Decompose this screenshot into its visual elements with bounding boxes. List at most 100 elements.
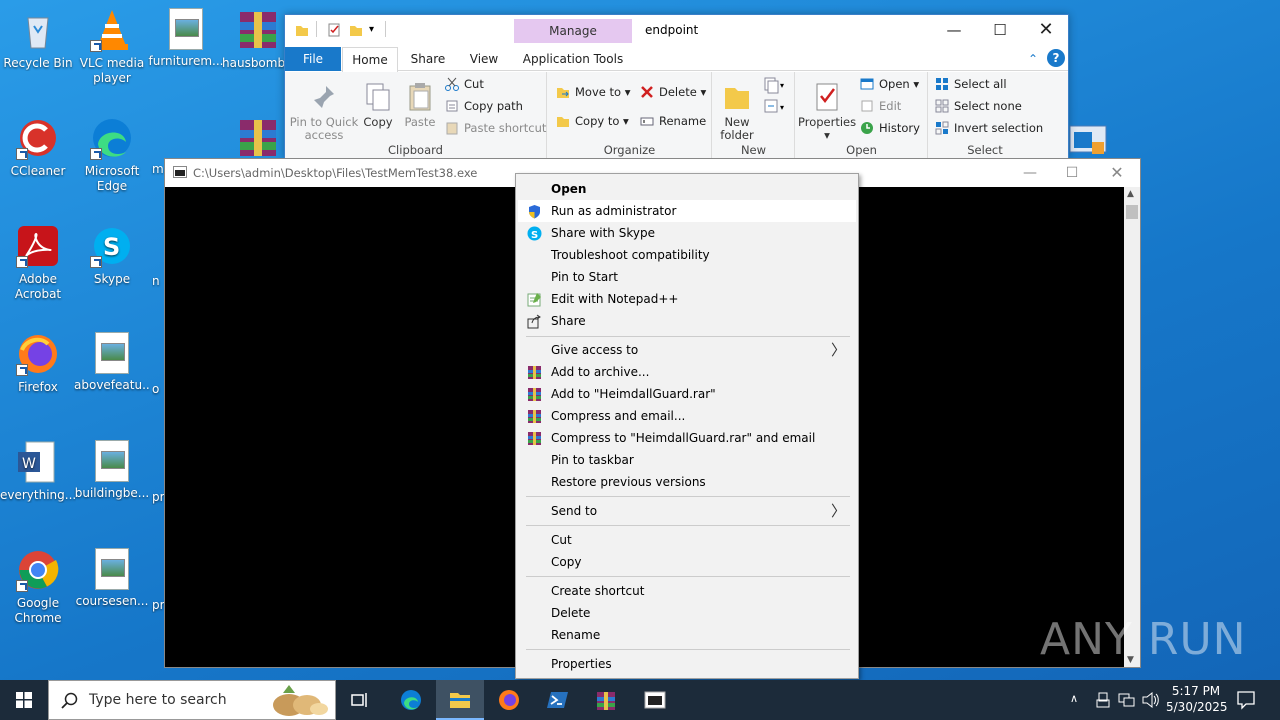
taskbar-file-explorer[interactable] <box>436 680 484 720</box>
maximize-button[interactable]: ☐ <box>977 15 1023 45</box>
scroll-thumb[interactable] <box>1126 205 1138 219</box>
close-button[interactable]: ✕ <box>1023 15 1069 45</box>
menu-item-delete[interactable]: Delete <box>518 602 856 624</box>
pin-quick-access-button[interactable]: Pin to Quick access <box>289 78 359 142</box>
scroll-up-icon[interactable]: ▲ <box>1127 189 1134 199</box>
menu-item-rename[interactable]: Rename <box>518 624 856 646</box>
copy-path-button[interactable]: Copy path <box>445 96 523 116</box>
easy-access-icon[interactable]: ▾ <box>763 98 787 116</box>
desktop-icon-vlc[interactable]: VLC media player <box>74 8 150 86</box>
close-button[interactable]: ✕ <box>1097 161 1137 185</box>
volume-icon[interactable] <box>1142 691 1160 709</box>
usb-device-icon[interactable] <box>1096 692 1110 708</box>
desktop-icon-ccleaner[interactable]: CCleaner <box>0 116 76 179</box>
desktop-icon-coursesen[interactable]: coursesen... <box>74 548 150 609</box>
chevron-up-icon[interactable]: ⌃ <box>1023 49 1043 69</box>
copy-to-label: Copy to <box>575 114 620 128</box>
menu-item-share-with-skype[interactable]: S Share with Skype <box>518 222 856 244</box>
menu-item-share[interactable]: Share <box>518 310 856 332</box>
edit-button[interactable]: Edit <box>860 96 901 116</box>
paste-button[interactable]: Paste <box>401 78 439 129</box>
desktop-icon-furniturem[interactable]: furniturem... <box>148 8 224 69</box>
taskbar-firefox[interactable] <box>485 680 533 720</box>
tab-manage[interactable]: Manage <box>514 19 632 43</box>
menu-item-send-to[interactable]: Send to 〉 <box>518 500 856 522</box>
move-to-icon <box>556 85 570 99</box>
properties-button[interactable]: Properties ▾ <box>798 78 856 142</box>
tab-view[interactable]: View <box>456 47 512 71</box>
desktop-icon-skype[interactable]: S Skype <box>74 224 150 287</box>
new-folder-button[interactable]: New folder <box>717 78 757 142</box>
menu-separator <box>526 336 850 337</box>
tab-file[interactable]: File <box>285 47 341 71</box>
move-to-button[interactable]: Move to ▾ <box>556 82 630 102</box>
task-view-button[interactable] <box>336 680 384 720</box>
new-item-icon[interactable]: ▾ <box>763 76 787 94</box>
desktop-icon-word-doc[interactable]: W everything... <box>0 440 76 503</box>
menu-item-edit-with-notepadpp[interactable]: Edit with Notepad++ <box>518 288 856 310</box>
desktop-icon-hausbomb[interactable]: hausbomb <box>222 8 284 71</box>
cut-button[interactable]: Cut <box>445 74 484 94</box>
rename-button[interactable]: Rename <box>640 111 706 131</box>
shortcut-arrow-icon <box>90 256 102 268</box>
minimize-button[interactable]: — <box>1010 161 1050 185</box>
open-button[interactable]: Open ▾ <box>860 74 919 94</box>
paste-shortcut-button[interactable]: Paste shortcut <box>445 118 546 138</box>
menu-item-open[interactable]: Open <box>518 178 856 200</box>
menu-item-give-access-to[interactable]: Give access to 〉 <box>518 339 856 361</box>
anyrun-watermark: ANY RUN <box>1040 614 1247 665</box>
start-button[interactable] <box>0 680 48 720</box>
chevron-up-icon[interactable]: ∧ <box>1070 692 1078 705</box>
taskbar-console-app[interactable] <box>631 680 679 720</box>
properties-qat-icon[interactable] <box>327 23 341 37</box>
desktop-icon-google-chrome[interactable]: Google Chrome <box>0 548 76 626</box>
desktop-icon-microsoft-edge[interactable]: Microsoft Edge <box>74 116 150 194</box>
copy-button[interactable]: Copy <box>359 78 397 129</box>
desktop-icon-adobe-acrobat[interactable]: Adobe Acrobat <box>0 224 76 302</box>
taskbar-winrar[interactable] <box>582 680 630 720</box>
system-clock[interactable]: 5:17 PM 5/30/2025 <box>1166 683 1228 715</box>
notifications-icon[interactable] <box>1236 690 1256 710</box>
menu-item-create-shortcut[interactable]: Create shortcut <box>518 580 856 602</box>
menu-item-pin-to-taskbar[interactable]: Pin to taskbar <box>518 449 856 471</box>
tab-share[interactable]: Share <box>400 47 456 71</box>
taskbar-powershell[interactable] <box>534 680 582 720</box>
desktop-icon-label: buildingbe... <box>74 486 150 500</box>
select-none-button[interactable]: Select none <box>935 96 1022 116</box>
winrar-icon <box>527 387 542 402</box>
desktop-icon-abovefeatu[interactable]: abovefeatu... <box>74 332 150 393</box>
desktop-icon-recycle-bin[interactable]: Recycle Bin <box>0 8 76 71</box>
menu-item-properties[interactable]: Properties <box>518 653 856 675</box>
search-box[interactable]: Type here to search <box>48 680 336 720</box>
shortcut-arrow-icon <box>16 148 28 160</box>
delete-button[interactable]: Delete ▾ <box>640 82 706 102</box>
select-all-button[interactable]: Select all <box>935 74 1007 94</box>
menu-item-troubleshoot[interactable]: Troubleshoot compatibility <box>518 244 856 266</box>
desktop-icon-firefox[interactable]: Firefox <box>0 332 76 395</box>
menu-item-add-to-rar[interactable]: Add to "HeimdallGuard.rar" <box>518 383 856 405</box>
menu-item-pin-to-start[interactable]: Pin to Start <box>518 266 856 288</box>
network-icon[interactable] <box>1118 692 1136 708</box>
help-icon[interactable]: ? <box>1047 49 1065 67</box>
console-scrollbar[interactable]: ▲ ▼ <box>1124 187 1140 667</box>
control-panel-icon[interactable] <box>1068 124 1108 156</box>
menu-item-restore-previous-versions[interactable]: Restore previous versions <box>518 471 856 493</box>
menu-item-compress-to-rar-and-email[interactable]: Compress to "HeimdallGuard.rar" and emai… <box>518 427 856 449</box>
tab-application-tools[interactable]: Application Tools <box>514 47 632 71</box>
tab-home[interactable]: Home <box>342 47 398 72</box>
chevron-down-icon[interactable]: ▾ <box>369 23 383 37</box>
menu-item-copy[interactable]: Copy <box>518 551 856 573</box>
desktop-icon-winrar-partial[interactable] <box>222 116 284 164</box>
invert-selection-button[interactable]: Invert selection <box>935 118 1043 138</box>
new-folder-qat-icon[interactable] <box>349 23 363 37</box>
desktop-icon-buildingbe[interactable]: buildingbe... <box>74 440 150 501</box>
minimize-button[interactable]: — <box>931 15 977 45</box>
history-button[interactable]: History <box>860 118 920 138</box>
menu-item-add-to-archive[interactable]: Add to archive... <box>518 361 856 383</box>
taskbar-edge[interactable] <box>387 680 435 720</box>
menu-item-run-as-administrator[interactable]: Run as administrator <box>518 200 856 222</box>
menu-item-compress-and-email[interactable]: Compress and email... <box>518 405 856 427</box>
menu-item-cut[interactable]: Cut <box>518 529 856 551</box>
maximize-button[interactable]: ☐ <box>1052 161 1092 185</box>
copy-to-button[interactable]: Copy to ▾ <box>556 111 629 131</box>
